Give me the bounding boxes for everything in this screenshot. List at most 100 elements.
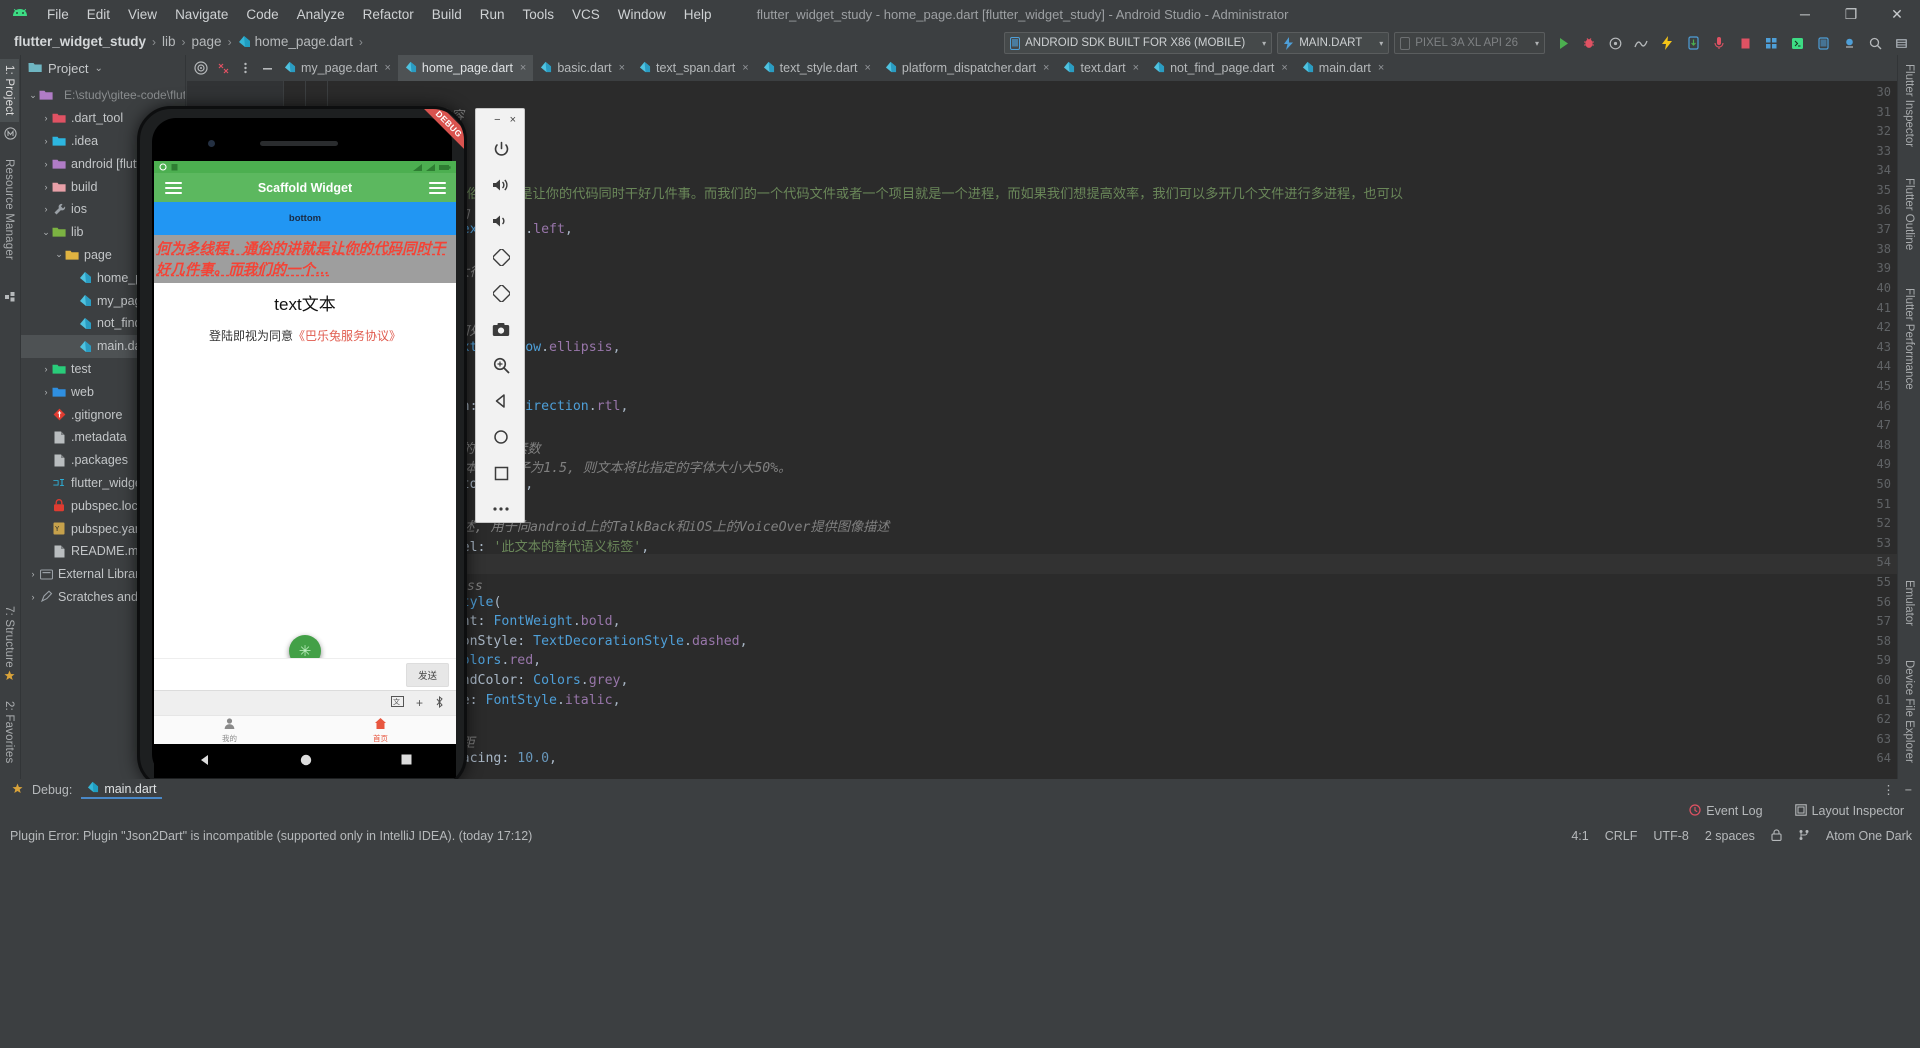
close-icon[interactable]: ×	[1281, 62, 1287, 74]
menu-run[interactable]: Run	[471, 4, 514, 25]
search-icon[interactable]	[1863, 31, 1887, 55]
resource-manager-icon[interactable]	[4, 290, 17, 303]
emulator-toolbar-window-controls[interactable]: − ×	[476, 109, 524, 131]
emulator-rotate-right-button[interactable]	[476, 275, 526, 311]
run-button[interactable]	[1551, 31, 1575, 55]
tree-expand-arrow-icon[interactable]: ⌄	[53, 249, 65, 260]
right-tool-rail[interactable]: Flutter Inspector Flutter Outline Flutte…	[1897, 55, 1920, 800]
editor-tab-bar[interactable]: my_page.dart × home_page.dart × basic.dart × t…	[187, 55, 1897, 81]
editor-tab-actions[interactable]	[187, 57, 277, 79]
recents-icon[interactable]	[400, 753, 413, 769]
close-icon[interactable]: ×	[520, 62, 526, 74]
debug-session-bar[interactable]: Debug: main.dart ⋮ −	[0, 779, 1920, 800]
tool-window-bar[interactable]: Event Log Layout Inspector	[0, 800, 1920, 822]
menu-tools[interactable]: Tools	[514, 4, 564, 25]
editor-tabs[interactable]: my_page.dart × home_page.dart × basic.dart × t…	[277, 55, 1391, 81]
hot-restart-button[interactable]	[1681, 31, 1705, 55]
minimize-button[interactable]: ─	[1782, 0, 1828, 28]
menu-edit[interactable]: Edit	[78, 4, 119, 25]
theme-indicator[interactable]: Atom One Dark	[1826, 829, 1912, 843]
tool-window-layout-inspector[interactable]: Layout Inspector	[1787, 802, 1912, 821]
tree-expand-arrow-icon[interactable]: ⌄	[27, 90, 39, 101]
ime-bluetooth-icon[interactable]	[435, 695, 444, 711]
stop-record-button[interactable]	[1707, 31, 1731, 55]
debug-bar-actions[interactable]: ⋮ −	[1882, 782, 1912, 798]
editor-tab[interactable]: home_page.dart ×	[397, 55, 534, 81]
layout-inspector-button[interactable]	[1837, 31, 1861, 55]
tree-expand-arrow-icon[interactable]: ›	[40, 387, 52, 397]
close-icon[interactable]: ×	[742, 62, 748, 74]
emulator-screen[interactable]: Scaffold Widget bottom 何为多线程，通俗的讲就是让你的代码…	[154, 161, 456, 744]
indent-setting[interactable]: 2 spaces	[1705, 829, 1755, 843]
agreement-link[interactable]: 《巴乐兔服务协议》	[293, 329, 401, 343]
nav-tab-profile[interactable]: 我的	[154, 716, 305, 744]
hide-panel-icon[interactable]	[257, 57, 277, 79]
status-bar-message[interactable]: Plugin Error: Plugin "Json2Dart" is inco…	[10, 829, 532, 843]
sdk-manager-button[interactable]	[1785, 31, 1809, 55]
run-configuration-selector[interactable]: MAIN.DART ▾	[1277, 32, 1390, 54]
rail-item-structure[interactable]: 7: Structure	[0, 600, 19, 674]
target-device-selector[interactable]: PIXEL 3A XL API 26 ▾	[1394, 32, 1545, 54]
emulator-back-button[interactable]	[476, 383, 526, 419]
line-separator[interactable]: CRLF	[1605, 829, 1638, 843]
tree-expand-arrow-icon[interactable]: ›	[40, 159, 52, 169]
close-icon[interactable]: ×	[619, 62, 625, 74]
overflow-menu-icon[interactable]	[429, 179, 446, 197]
close-icon[interactable]: ×	[864, 62, 870, 74]
back-icon[interactable]	[198, 753, 212, 770]
rail-item-flutter-outline[interactable]: Flutter Outline	[1900, 173, 1918, 255]
menu-analyze[interactable]: Analyze	[288, 4, 354, 25]
editor-tab[interactable]: platform_dispatcher.dart ×	[878, 55, 1057, 81]
rail-item-resource-manager[interactable]: Resource Manager	[0, 153, 19, 266]
file-encoding[interactable]: UTF-8	[1653, 829, 1688, 843]
rail-item-favorites[interactable]: 2: Favorites	[0, 695, 19, 769]
tree-expand-arrow-icon[interactable]: ›	[27, 592, 39, 602]
menu-build[interactable]: Build	[423, 4, 471, 25]
device-selector[interactable]: ANDROID SDK BUILT FOR X86 (MOBILE) ▾	[1004, 32, 1273, 54]
close-icon[interactable]: ×	[1133, 62, 1139, 74]
menu-bar[interactable]: File Edit View Navigate Code Analyze Ref…	[38, 4, 721, 25]
stop-button[interactable]	[1733, 31, 1757, 55]
debug-minimize-icon[interactable]: −	[1905, 783, 1912, 797]
menu-code[interactable]: Code	[237, 4, 287, 25]
emulator-window[interactable]: Scaffold Widget bottom 何为多线程，通俗的讲就是让你的代码…	[137, 106, 467, 790]
debug-session-tab[interactable]: main.dart	[81, 780, 163, 799]
editor-tab[interactable]: text_style.dart ×	[756, 55, 878, 81]
tree-expand-arrow-icon[interactable]: ›	[40, 136, 52, 146]
editor-tab[interactable]: my_page.dart ×	[277, 55, 398, 81]
close-icon[interactable]: ×	[384, 62, 390, 74]
emulator-volume-down-button[interactable]	[476, 203, 526, 239]
rail-item-flutter-performance[interactable]: Flutter Performance	[1900, 283, 1918, 395]
main-toolbar[interactable]: ANDROID SDK BUILT FOR X86 (MOBILE) ▾ MAI…	[0, 28, 1920, 58]
rail-item-flutter-inspector[interactable]: Flutter Inspector	[1900, 59, 1918, 152]
system-navigation-bar[interactable]	[154, 744, 456, 778]
tree-expand-arrow-icon[interactable]: ›	[27, 569, 39, 579]
rail-item-project[interactable]: 1: Project	[0, 59, 19, 122]
emulator-more-button[interactable]	[476, 491, 526, 527]
send-button[interactable]: 发送	[405, 662, 449, 687]
status-bar-right[interactable]: 4:1 CRLF UTF-8 2 spaces Atom One Dark	[1571, 828, 1912, 844]
caret-position[interactable]: 4:1	[1571, 829, 1588, 843]
emulator-minimize-button[interactable]: −	[494, 114, 500, 126]
chevron-down-icon[interactable]: ⌄	[94, 63, 102, 74]
tree-expand-arrow-icon[interactable]: ⌄	[40, 227, 52, 238]
settings-gear-icon[interactable]	[1889, 31, 1913, 55]
rail-item-emulator[interactable]: Emulator	[1900, 575, 1918, 631]
tree-expand-arrow-icon[interactable]: ›	[40, 364, 52, 374]
attach-debugger-button[interactable]	[1603, 31, 1627, 55]
ime-add-icon[interactable]: +	[416, 696, 423, 710]
emulator-home-button[interactable]	[476, 419, 526, 455]
ime-language-icon[interactable]: 文	[390, 696, 404, 710]
debug-button[interactable]	[1577, 31, 1601, 55]
emulator-toolbar[interactable]: − ×	[475, 108, 525, 523]
menu-file[interactable]: File	[38, 4, 78, 25]
menu-view[interactable]: View	[119, 4, 166, 25]
debug-settings-icon[interactable]: ⋮	[1882, 782, 1895, 797]
more-options-icon[interactable]	[235, 57, 255, 79]
tool-window-right-group[interactable]: Event Log Layout Inspector	[1681, 802, 1912, 821]
tree-node[interactable]: ⌄flutter_widget_studyE:\study\gitee-code…	[21, 84, 185, 107]
maven-icon[interactable]	[4, 127, 17, 140]
lock-icon[interactable]	[1771, 828, 1782, 844]
editor-tab[interactable]: main.dart ×	[1295, 55, 1392, 81]
menu-help[interactable]: Help	[675, 4, 721, 25]
